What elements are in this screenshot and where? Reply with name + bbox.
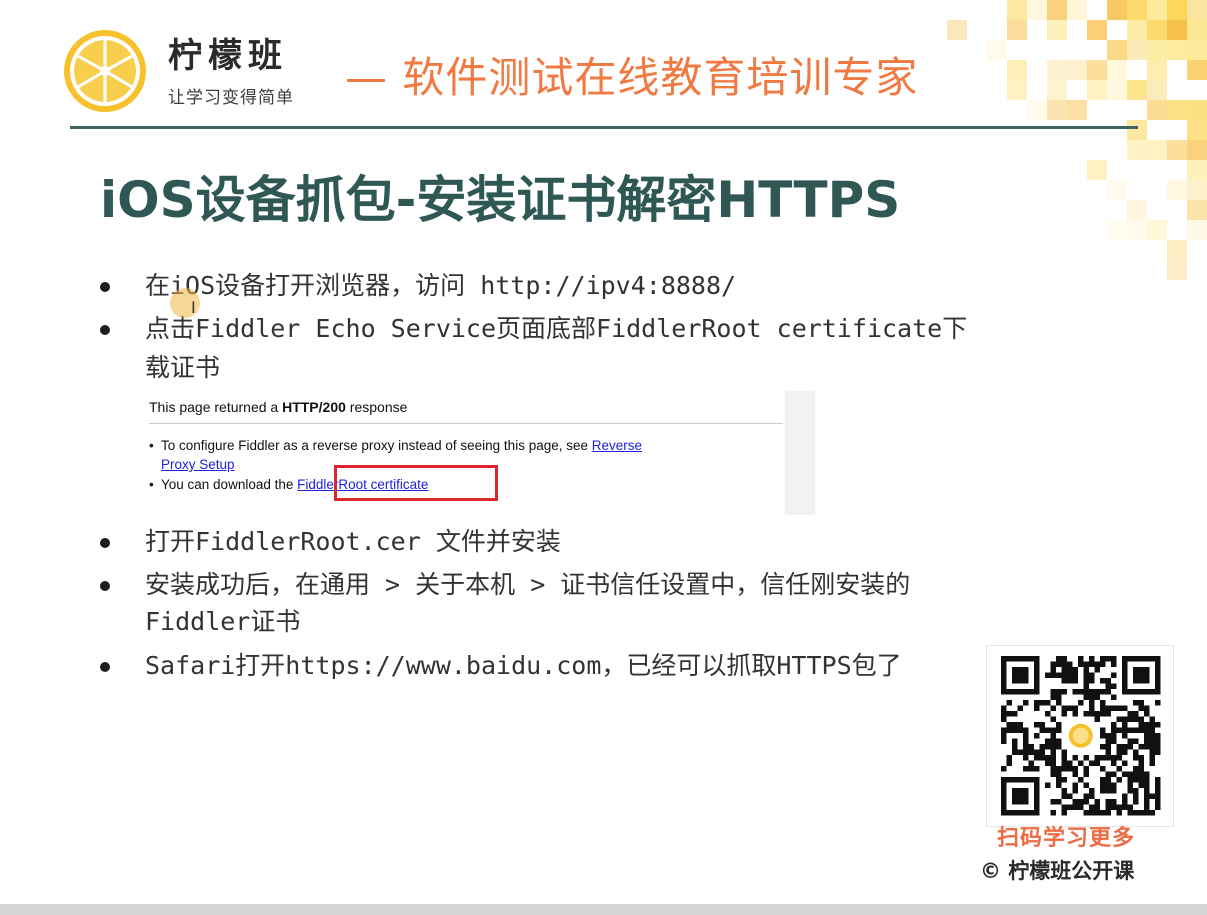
- presentation-slide: 柠檬班 让学习变得简单 — 软件测试在线教育培训专家 iOS设备抓包-安装证书解…: [0, 0, 1207, 904]
- proxy-setup-link[interactable]: Proxy Setup: [161, 457, 235, 472]
- list-bullet-icon: •: [149, 438, 154, 453]
- reverse-proxy-link[interactable]: Reverse: [592, 438, 642, 453]
- text-cursor-icon: I: [191, 298, 196, 317]
- slide-title: iOS设备抓包-安装证书解密HTTPS: [100, 171, 901, 229]
- embed-item-text: To configure Fiddler as a reverse proxy …: [161, 438, 592, 453]
- bullet-text: Safari打开https://www.baidu.com，已经可以抓取HTTP…: [145, 651, 902, 680]
- header-tagline: — 软件测试在线教育培训专家: [345, 53, 919, 102]
- bullet-dot-icon: [100, 581, 110, 591]
- brand-slogan: 让学习变得简单: [168, 88, 294, 108]
- lemon-logo-icon: [64, 30, 146, 112]
- fiddler-echo-page: This page returned a HTTP/200 response •…: [141, 391, 785, 515]
- decorative-mosaic: [947, 0, 1207, 280]
- bullet-text: 打开FiddlerRoot.cer 文件并安装: [145, 527, 561, 556]
- bullet-text: 载证书: [145, 353, 221, 382]
- bullet-text: 安装成功后，在通用 > 关于本机 > 证书信任设置中，信任刚安装的: [145, 570, 911, 599]
- bullet-text: Fiddler证书: [145, 607, 301, 636]
- heading-prefix: This page returned a: [149, 399, 283, 415]
- embed-item-text: You can download the: [161, 477, 298, 492]
- qr-caption: 扫码学习更多: [997, 826, 1136, 851]
- bottom-bar: [0, 904, 1207, 915]
- embed-list-item: • To configure Fiddler as a reverse prox…: [149, 437, 642, 455]
- response-heading: This page returned a HTTP/200 response: [149, 399, 407, 415]
- brand-name: 柠檬班: [168, 36, 288, 76]
- bullet-dot-icon: [100, 538, 110, 548]
- embed-list-item-continuation: Proxy Setup: [161, 456, 235, 474]
- list-bullet-icon: •: [149, 477, 154, 492]
- qr-code-panel: [986, 645, 1174, 827]
- bullet-dot-icon: [100, 662, 110, 672]
- bullet-dot-icon: [100, 325, 110, 335]
- header-divider: [70, 126, 1138, 129]
- embed-divider: [149, 423, 783, 424]
- embedded-screenshot: This page returned a HTTP/200 response •…: [141, 391, 815, 515]
- bullet-text: 点击Fiddler Echo Service页面底部FiddlerRoot ce…: [145, 314, 968, 343]
- bullet-text: 在iOS设备打开浏览器，访问 http://ipv4:8888/: [145, 271, 737, 300]
- copyright-notice: © 柠檬班公开课: [980, 859, 1135, 883]
- qr-code-icon: [1001, 656, 1161, 816]
- heading-status: HTTP/200: [282, 399, 346, 415]
- bullet-dot-icon: [100, 282, 110, 292]
- highlight-box: [334, 465, 498, 501]
- heading-suffix: response: [345, 399, 408, 415]
